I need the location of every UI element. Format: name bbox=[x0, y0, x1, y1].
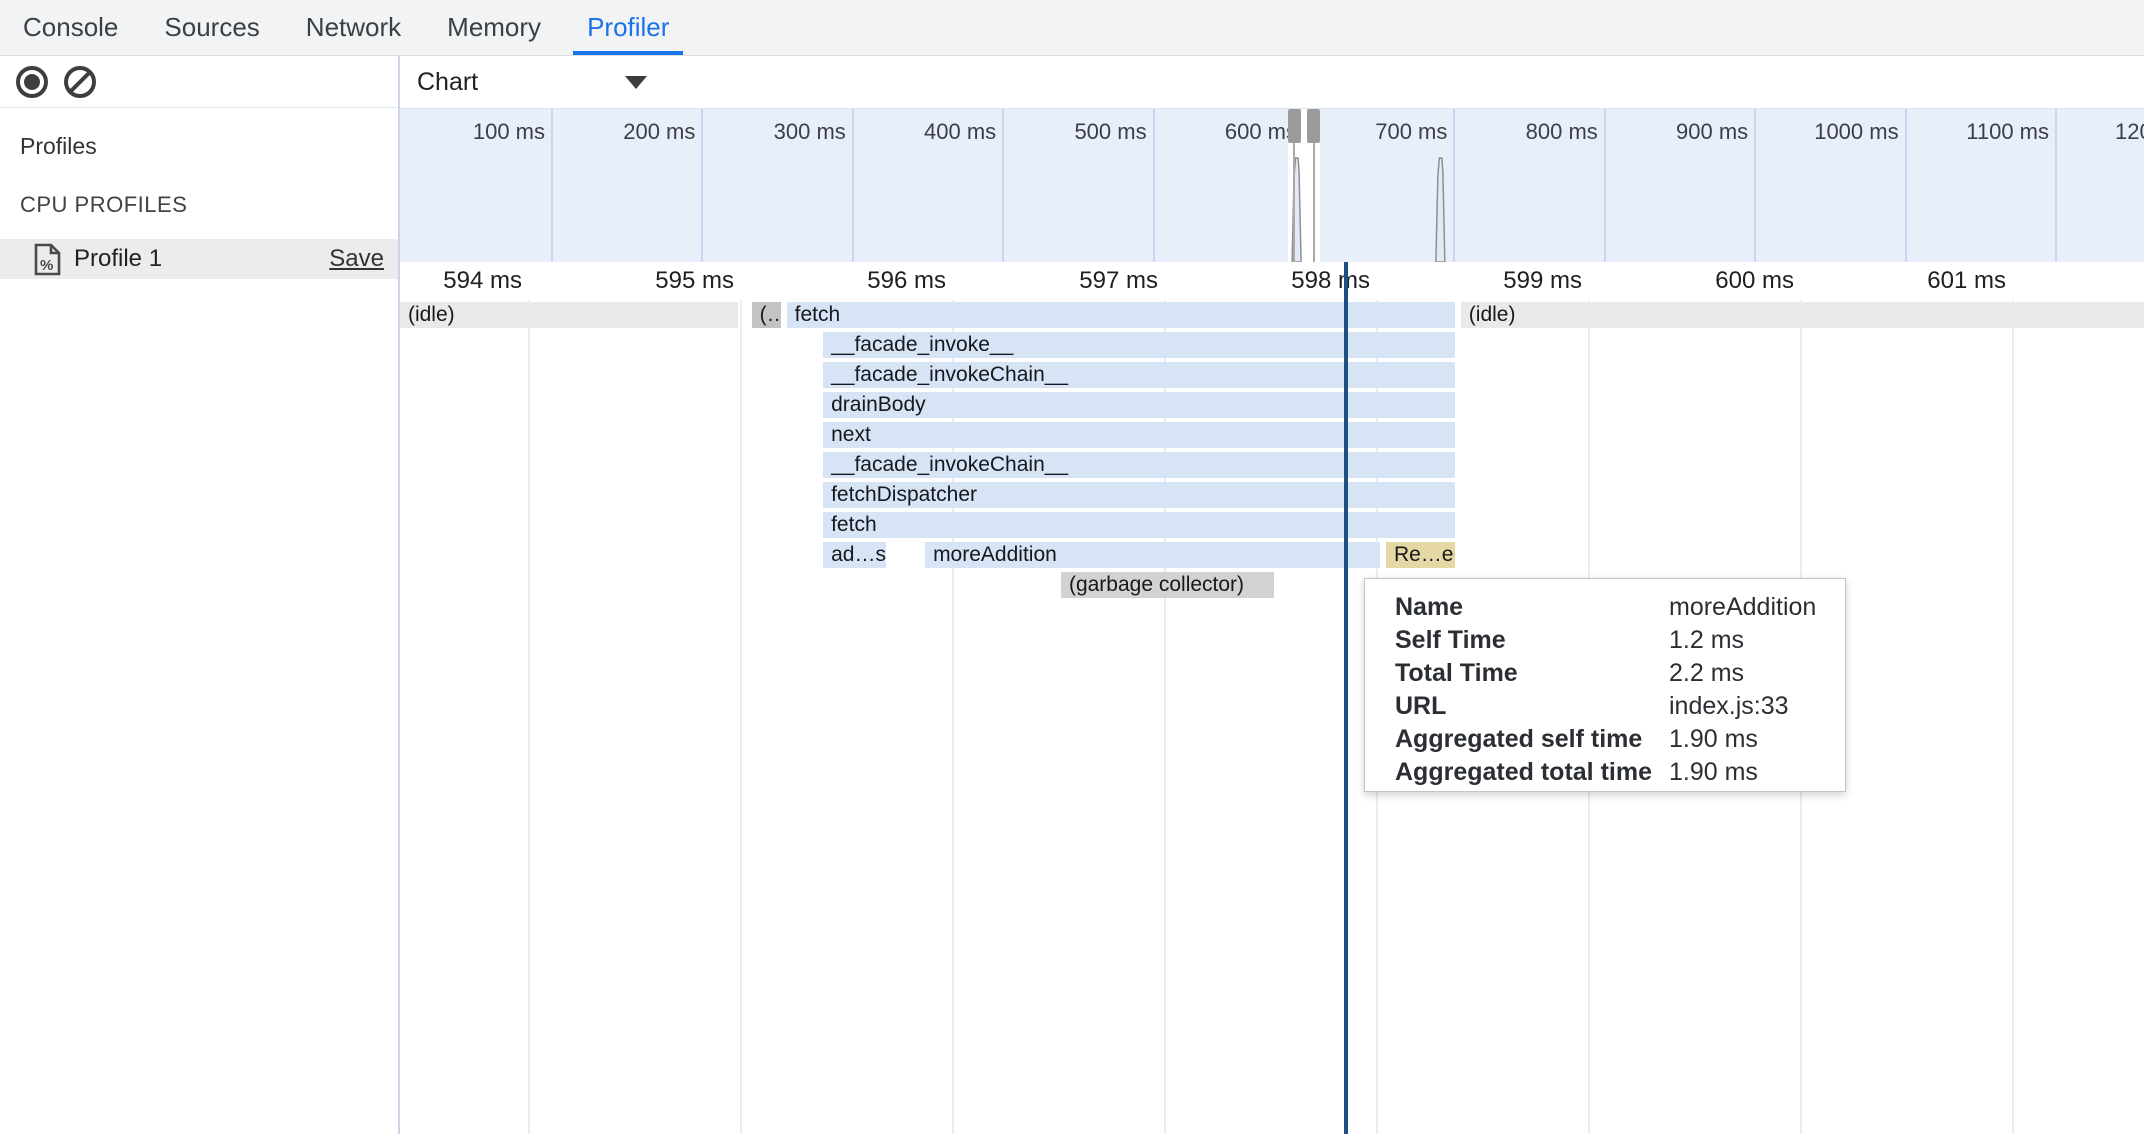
tooltip: NamemoreAdditionSelf Time1.2 msTotal Tim… bbox=[1364, 578, 1846, 792]
cpu-activity-spikes bbox=[400, 109, 2144, 262]
flame-gridline bbox=[528, 300, 530, 1134]
flame-bar-drainbody[interactable]: drainBody bbox=[823, 392, 1455, 418]
flame-bar--facade-invokechain-[interactable]: __facade_invokeChain__ bbox=[823, 362, 1455, 388]
flame-gridline bbox=[740, 300, 742, 1134]
tab-network[interactable]: Network bbox=[283, 0, 424, 55]
clear-button[interactable] bbox=[64, 66, 96, 98]
tab-profiler[interactable]: Profiler bbox=[564, 0, 692, 55]
view-mode-value: Chart bbox=[417, 68, 478, 97]
ruler-tick-label: 595 ms bbox=[584, 267, 734, 295]
selection-handle-left-stem bbox=[1293, 143, 1295, 262]
tooltip-value: 1.90 ms bbox=[1669, 723, 1758, 756]
flame-bar-next[interactable]: next bbox=[823, 422, 1455, 448]
chevron-down-icon bbox=[625, 76, 647, 89]
profiles-sidebar: Profiles CPU PROFILES % Profile 1 Save bbox=[0, 56, 400, 1134]
tooltip-row: Aggregated total time 1.90 ms bbox=[1365, 756, 1845, 789]
flame-bar--facade-invokechain-[interactable]: __facade_invokeChain__ bbox=[823, 452, 1455, 478]
tooltip-label: Aggregated total time bbox=[1395, 756, 1652, 789]
tooltip-row: Total Time 2.2 ms bbox=[1365, 657, 1845, 690]
record-button[interactable] bbox=[16, 66, 48, 98]
ruler-tick-label: 599 ms bbox=[1432, 267, 1582, 295]
tooltip-label: Self Time bbox=[1395, 624, 1506, 657]
profile-list-item[interactable]: % Profile 1 Save bbox=[0, 239, 398, 279]
ruler-tick-label: 597 ms bbox=[1008, 267, 1158, 295]
save-link[interactable]: Save bbox=[329, 245, 384, 273]
ruler-tick-label: 601 ms bbox=[1856, 267, 2006, 295]
flame-bar-ad-s[interactable]: ad…s bbox=[823, 542, 886, 568]
ruler-tick-label: 594 ms bbox=[400, 267, 522, 295]
profile-name: Profile 1 bbox=[74, 245, 329, 273]
tooltip-row: Aggregated self time 1.90 ms bbox=[1365, 723, 1845, 756]
tooltip-row: Self Time 1.2 ms bbox=[1365, 624, 1845, 657]
tab-bar: ConsoleSourcesNetworkMemoryProfiler bbox=[0, 0, 2144, 56]
flame-bar-fetch[interactable]: fetch bbox=[787, 302, 1455, 328]
tooltip-value: index.js:33 bbox=[1669, 690, 1789, 723]
flame-chart[interactable]: (idle)(…fetch(idle)__facade_invoke____fa… bbox=[400, 300, 2144, 1134]
tab-console[interactable]: Console bbox=[0, 0, 141, 55]
tooltip-value: 1.90 ms bbox=[1669, 756, 1758, 789]
flame-bar-fetchdispatcher[interactable]: fetchDispatcher bbox=[823, 482, 1455, 508]
chart-toolbar: Chart bbox=[400, 56, 2144, 109]
sidebar-toolbar bbox=[0, 56, 398, 108]
tooltip-row: Name moreAddition bbox=[1365, 591, 1845, 624]
devtools-window: ConsoleSourcesNetworkMemoryProfiler Prof… bbox=[0, 0, 2144, 1134]
flame-bar--idle-[interactable]: (idle) bbox=[1461, 302, 2144, 328]
selection-handle-left[interactable] bbox=[1288, 109, 1301, 143]
tooltip-value: moreAddition bbox=[1669, 591, 1816, 624]
timeline-overview[interactable]: 100 ms200 ms300 ms400 ms500 ms600 ms700 … bbox=[400, 109, 2144, 263]
flame-bar-fetch[interactable]: fetch bbox=[823, 512, 1455, 538]
selection-handle-right-stem bbox=[1313, 143, 1315, 262]
flame-bar--[interactable]: (… bbox=[752, 302, 782, 328]
tooltip-row: URL index.js:33 bbox=[1365, 690, 1845, 723]
tooltip-value: 1.2 ms bbox=[1669, 624, 1744, 657]
tooltip-label: Total Time bbox=[1395, 657, 1518, 690]
view-mode-select[interactable]: Chart bbox=[417, 68, 647, 97]
tooltip-label: URL bbox=[1395, 690, 1446, 723]
selection-handle-right[interactable] bbox=[1307, 109, 1320, 143]
flame-bar-re-e[interactable]: Re…e bbox=[1386, 542, 1455, 568]
time-ruler: 594 ms595 ms596 ms597 ms598 ms599 ms600 … bbox=[400, 262, 2144, 300]
tooltip-label: Name bbox=[1395, 591, 1463, 624]
tab-sources[interactable]: Sources bbox=[141, 0, 282, 55]
profiles-header: Profiles bbox=[20, 133, 97, 160]
flame-bar--garbage-collector-[interactable]: (garbage collector) bbox=[1061, 572, 1274, 598]
profile-document-icon: % bbox=[34, 243, 61, 276]
tooltip-label: Aggregated self time bbox=[1395, 723, 1642, 756]
cpu-profiles-section-header: CPU PROFILES bbox=[20, 192, 187, 218]
time-marker-line bbox=[1344, 262, 1348, 1134]
ruler-tick-label: 600 ms bbox=[1644, 267, 1794, 295]
tooltip-value: 2.2 ms bbox=[1669, 657, 1744, 690]
flame-bar--facade-invoke-[interactable]: __facade_invoke__ bbox=[823, 332, 1455, 358]
ruler-tick-label: 596 ms bbox=[796, 267, 946, 295]
flame-bar-moreaddition[interactable]: moreAddition bbox=[925, 542, 1380, 568]
flame-gridline bbox=[2012, 300, 2014, 1134]
flame-bar--idle-[interactable]: (idle) bbox=[400, 302, 738, 328]
svg-text:%: % bbox=[40, 257, 53, 274]
tab-memory[interactable]: Memory bbox=[424, 0, 564, 55]
